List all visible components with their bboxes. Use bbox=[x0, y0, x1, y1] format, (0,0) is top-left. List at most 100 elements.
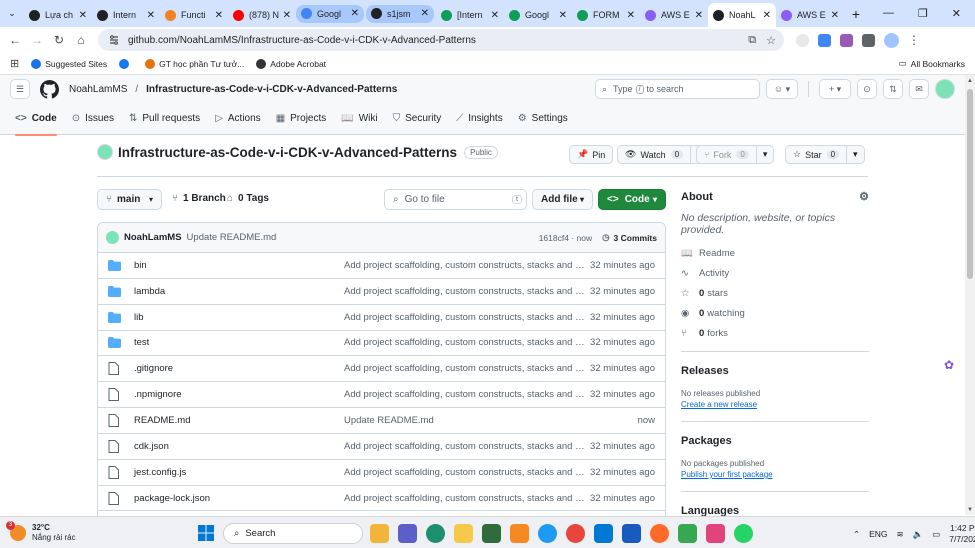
tray-overflow-icon[interactable]: ⌃ bbox=[853, 529, 860, 540]
watch-button[interactable]: 👁Watch0▾ bbox=[617, 145, 709, 164]
owner-link[interactable]: NoahLamMS bbox=[69, 84, 127, 95]
file-name[interactable]: .npmignore bbox=[134, 389, 344, 400]
tab-wiki[interactable]: 📖 Wiki bbox=[335, 103, 383, 135]
star-dropdown-icon[interactable]: ▾ bbox=[846, 146, 864, 163]
inbox-icon[interactable]: ✉ bbox=[909, 79, 929, 99]
table-row[interactable]: cdk.json Add project scaffolding, custom … bbox=[98, 434, 665, 460]
commit-hash[interactable]: 1618cf4 · now bbox=[539, 233, 592, 243]
copilot-app-icon[interactable] bbox=[370, 524, 389, 543]
bookmark-star-icon[interactable]: ☆ bbox=[766, 34, 776, 47]
file-name[interactable]: README.md bbox=[134, 415, 344, 426]
address-bar[interactable]: github.com/NoahLamMS/Infrastructure-as-C… bbox=[98, 29, 784, 51]
close-tab-icon[interactable]: ✕ bbox=[695, 10, 703, 21]
minimize-button[interactable]: — bbox=[883, 7, 894, 20]
tab-code[interactable]: <> Code bbox=[9, 103, 63, 136]
activity-link[interactable]: ∿ Activity bbox=[681, 268, 869, 279]
vscode-app-icon[interactable] bbox=[594, 524, 613, 543]
close-tab-icon[interactable]: ✕ bbox=[491, 10, 499, 21]
new-tab-button[interactable]: + bbox=[844, 6, 868, 22]
file-name[interactable]: .gitignore bbox=[134, 363, 344, 374]
watching-link[interactable]: ◉ 0 watching bbox=[681, 308, 869, 319]
chrome-app-icon[interactable] bbox=[566, 524, 585, 543]
close-tab-icon[interactable]: ✕ bbox=[215, 10, 223, 21]
readme-link[interactable]: 📖 Readme bbox=[681, 248, 869, 259]
table-row[interactable]: test Add project scaffolding, custom cons… bbox=[98, 331, 665, 357]
close-tab-icon[interactable]: ✕ bbox=[283, 10, 291, 21]
apps-grid-icon[interactable]: ⊞ bbox=[10, 57, 19, 70]
site-info-icon[interactable] bbox=[108, 34, 120, 46]
browser-tab[interactable]: (878) N ✕ bbox=[228, 3, 296, 27]
browser-tab[interactable]: FORM ✕ bbox=[572, 3, 640, 27]
file-name[interactable]: test bbox=[134, 337, 344, 348]
publish-package-link[interactable]: Publish your first package bbox=[681, 470, 869, 479]
browser-tab[interactable]: Googl ✕ bbox=[504, 3, 572, 27]
close-window-button[interactable]: ✕ bbox=[952, 7, 961, 20]
windows-start-icon[interactable] bbox=[198, 525, 214, 541]
file-explorer-icon[interactable] bbox=[454, 524, 473, 543]
commit-message[interactable]: Update README.md bbox=[187, 232, 277, 243]
teams-app-icon[interactable] bbox=[398, 524, 417, 543]
tab-security[interactable]: ⛉ Security bbox=[387, 103, 448, 135]
code-button[interactable]: <> Code ▾ bbox=[598, 189, 666, 210]
word-app-icon[interactable] bbox=[622, 524, 641, 543]
app-icon[interactable] bbox=[678, 524, 697, 543]
file-name[interactable]: jest.config.js bbox=[134, 467, 344, 478]
browser-tab[interactable]: Functi ✕ bbox=[160, 3, 228, 27]
tags-link[interactable]: ⌂ 0 Tags bbox=[227, 193, 269, 204]
packages-title[interactable]: Packages bbox=[681, 435, 869, 447]
releases-title[interactable]: Releases bbox=[681, 365, 869, 377]
repo-title[interactable]: Infrastructure-as-Code-v-i-CDK-v-Advance… bbox=[118, 145, 457, 160]
edge-app-icon[interactable] bbox=[426, 524, 445, 543]
tab-search-button[interactable]: ⌄ bbox=[0, 0, 24, 27]
github-search-input[interactable]: ⌕ Type / to search bbox=[595, 79, 760, 99]
forward-button[interactable]: → bbox=[26, 33, 48, 47]
table-row[interactable]: README.md Update README.md now bbox=[98, 408, 665, 434]
close-tab-icon[interactable]: ✕ bbox=[147, 10, 155, 21]
file-commit-message[interactable]: Add project scaffolding, custom construc… bbox=[344, 441, 589, 452]
app-icon[interactable] bbox=[538, 524, 557, 543]
input-language[interactable]: ENG bbox=[869, 529, 887, 539]
bookmark-gt-hoc-phan[interactable]: GT học phần Tư tưở... bbox=[145, 58, 244, 69]
branch-select-button[interactable]: ⑂ main ▾ bbox=[97, 189, 162, 210]
close-tab-icon[interactable]: ✕ bbox=[831, 10, 839, 21]
app-icon[interactable] bbox=[650, 524, 669, 543]
fork-dropdown-icon[interactable]: ▾ bbox=[755, 146, 774, 163]
file-commit-message[interactable]: Add project scaffolding, custom construc… bbox=[344, 337, 589, 348]
page-scrollbar[interactable]: ▲ ▼ bbox=[965, 75, 975, 515]
bookmark-suggested-sites[interactable]: Suggested Sites bbox=[31, 58, 107, 69]
github-logo-icon[interactable] bbox=[40, 79, 59, 99]
install-app-icon[interactable]: ⧉ bbox=[748, 34, 756, 47]
user-avatar[interactable] bbox=[935, 79, 955, 99]
table-row[interactable]: bin Add project scaffolding, custom const… bbox=[98, 253, 665, 279]
file-commit-message[interactable]: Add project scaffolding, custom construc… bbox=[344, 493, 589, 504]
wifi-icon[interactable]: ≋ bbox=[897, 529, 904, 540]
copilot-button[interactable]: ☺ ▾ bbox=[766, 79, 798, 99]
file-commit-message[interactable]: Add project scaffolding, custom construc… bbox=[344, 363, 589, 374]
table-row[interactable]: .npmignore Add project scaffolding, custo… bbox=[98, 382, 665, 409]
star-button[interactable]: ☆ Star 0 ▾ bbox=[785, 145, 865, 164]
bookmark-adobe-acrobat[interactable]: Adobe Acrobat bbox=[256, 58, 326, 69]
forks-link[interactable]: ⑂ 0 forks bbox=[681, 328, 869, 339]
file-name[interactable]: cdk.json bbox=[134, 441, 344, 452]
browser-tab[interactable]: Googl ✕ bbox=[296, 4, 364, 23]
close-tab-icon[interactable]: ✕ bbox=[79, 10, 87, 21]
file-name[interactable]: lambda bbox=[134, 286, 344, 297]
gear-icon[interactable]: ⚙ bbox=[859, 190, 869, 203]
commits-link[interactable]: ◷ 3 Commits bbox=[602, 232, 657, 243]
commit-author[interactable]: NoahLamMS bbox=[124, 232, 182, 243]
add-file-button[interactable]: Add file ▾ bbox=[532, 189, 593, 210]
all-bookmarks-button[interactable]: ▭ All Bookmarks bbox=[899, 58, 965, 69]
stars-link[interactable]: ☆ 0 stars bbox=[681, 288, 869, 299]
store-app-icon[interactable] bbox=[482, 524, 501, 543]
file-name[interactable]: package-lock.json bbox=[134, 493, 344, 504]
browser-tab[interactable]: [Intern ✕ bbox=[436, 3, 504, 27]
extension-icon[interactable] bbox=[796, 33, 809, 47]
table-row[interactable]: package-lock.json Add project scaffolding… bbox=[98, 486, 665, 512]
tab-projects[interactable]: ▦ Projects bbox=[270, 103, 333, 135]
file-name[interactable]: lib bbox=[134, 312, 344, 323]
issues-icon[interactable]: ⊙ bbox=[857, 79, 877, 99]
pin-button[interactable]: 📌 Pin bbox=[569, 145, 614, 164]
scrollbar-thumb[interactable] bbox=[967, 89, 973, 279]
puzzle-extensions-icon[interactable] bbox=[862, 33, 875, 47]
tab-settings[interactable]: ⚙ Settings bbox=[512, 103, 574, 135]
